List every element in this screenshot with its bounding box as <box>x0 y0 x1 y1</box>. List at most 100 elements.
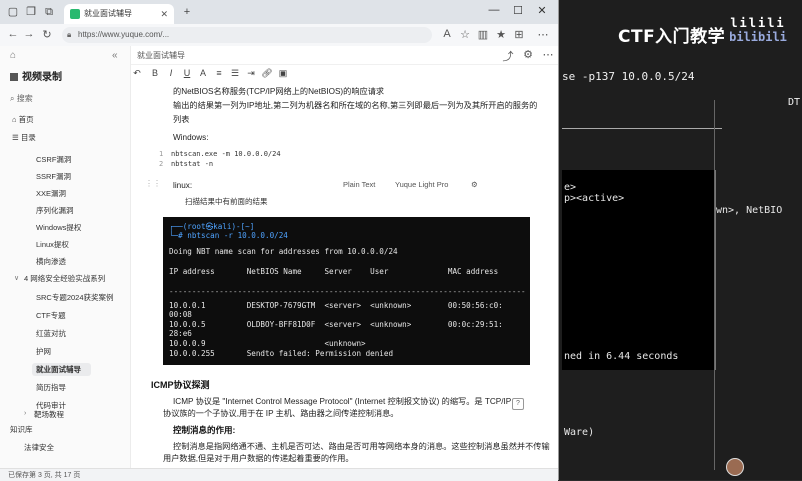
browser-menu-icon[interactable]: ▢ <box>6 5 20 19</box>
bg-divider <box>562 128 722 129</box>
bg-line: Ware) <box>564 427 595 438</box>
status-bar: 已保存第 3 页, 共 17 页 <box>0 468 558 481</box>
breadcrumb[interactable]: 就业面试辅导 <box>137 50 185 61</box>
yuque-icon <box>70 9 80 19</box>
sidebar-item-range[interactable]: 靶场教程 <box>34 409 64 420</box>
sidebar-item-deserialization[interactable]: 序列化漏洞 <box>36 205 74 216</box>
collections-icon[interactable]: ⧉ <box>42 5 56 19</box>
more-icon[interactable]: ⋯ <box>536 28 550 41</box>
terminal-row: 10.0.0.1 DESKTOP-7679GTM <server> <unkno… <box>169 301 503 310</box>
chevron-right-icon[interactable]: › <box>24 410 26 417</box>
drag-handle-icon[interactable]: ⋮⋮ <box>145 179 161 188</box>
tab-active[interactable]: 就业面试辅导 ✕ <box>64 4 174 24</box>
align-icon[interactable]: ≡ <box>213 68 225 78</box>
sidebar-item-xxe[interactable]: XXE漏洞 <box>36 188 66 199</box>
sidebar: ⌂ « 视频录制 ⌕ 搜索 ⌂ 首页 ☰ 目录 CSRF漏洞 SSRF漏洞 XX… <box>0 46 131 480</box>
link-icon[interactable]: 🔗︎ <box>261 68 273 79</box>
bg-line: p><active> <box>564 193 625 204</box>
bg-command: se -p137 10.0.0.5/24 <box>562 70 695 83</box>
intro-line: 列表 <box>173 115 190 124</box>
browser-window: ▢ ❐ ⧉ 就业面试辅导 ✕ + — ☐ ✕ ← → ↻ 🔒︎ https://… <box>0 0 559 481</box>
minimize-button[interactable]: — <box>486 4 502 16</box>
close-button[interactable]: ✕ <box>534 4 550 17</box>
share-icon[interactable]: ⤴ <box>501 48 515 64</box>
terminal-row: 10.0.0.5 OLDBOY-BFF81D0F <server> <unkno… <box>169 320 503 329</box>
forward-icon[interactable]: → <box>22 28 36 40</box>
sidebar-item-home[interactable]: ⌂ 首页 <box>12 114 34 125</box>
paragraph: 用户数据,但是对于用户数据的传递起着重要的作用。 <box>163 454 354 463</box>
settings-icon[interactable]: ⚙ <box>521 48 535 61</box>
more-icon[interactable]: ⋯ <box>541 48 555 61</box>
space-title[interactable]: 视频录制 <box>10 68 62 83</box>
lock-icon: 🔒︎ <box>67 30 72 39</box>
terminal-command: └─# nbtscan -r 10.0.0.0/24 <box>169 231 288 240</box>
new-tab-icon[interactable]: + <box>180 5 194 19</box>
text-color-icon[interactable]: A <box>197 68 209 78</box>
read-aloud-icon[interactable]: A <box>440 28 454 40</box>
maximize-button[interactable]: ☐ <box>510 4 526 17</box>
sidebar-item-resume[interactable]: 简历指导 <box>36 382 66 393</box>
terminal-row: 28:e6 <box>169 329 192 338</box>
sidebar-item-law[interactable]: 法律安全 <box>24 442 54 453</box>
sidebar-item-lateral[interactable]: 横向渗透 <box>36 256 66 267</box>
intro-line: 输出的结果第一列为IP地址,第二列为机器名和所在域的名称,第三列即最后一列为及其… <box>173 101 538 110</box>
bg-line: e> <box>564 182 577 193</box>
terminal-row: 00:08 <box>169 310 192 319</box>
sidebar-item-csrf[interactable]: CSRF漏洞 <box>36 154 71 165</box>
tab-close-icon[interactable]: ✕ <box>160 4 168 24</box>
sidebar-search[interactable]: ⌕ 搜索 <box>10 92 122 106</box>
back-icon[interactable]: ← <box>6 28 20 40</box>
tab-bar: ▢ ❐ ⧉ 就业面试辅导 ✕ + — ☐ ✕ <box>0 0 558 24</box>
icmp-heading: ICMP协议探测 <box>151 380 210 390</box>
sidebar-item-ssrf[interactable]: SSRF漏洞 <box>36 171 71 182</box>
language-select[interactable]: Plain Text <box>343 180 375 189</box>
code-settings-icon[interactable]: ⚙ <box>471 180 478 189</box>
image-icon[interactable]: ▣ <box>277 68 289 79</box>
chevron-down-icon[interactable]: ∨ <box>14 274 19 282</box>
refresh-icon[interactable]: ↻ <box>40 28 54 41</box>
sidebar-item-interview[interactable]: 就业面试辅导 <box>32 363 91 376</box>
underline-icon[interactable]: U <box>181 68 193 78</box>
tabs-icon[interactable]: ❐ <box>24 5 38 19</box>
extensions-icon[interactable]: ⊞ <box>512 28 526 41</box>
bg-line: wn>, NetBIO <box>716 205 783 216</box>
status-text: 已保存第 3 页, 共 17 页 <box>8 472 81 479</box>
collapse-icon[interactable]: « <box>112 50 118 61</box>
bg-title: CTF入门教学 <box>618 27 726 47</box>
document-editor: 就业面试辅导 ⤴ ⚙ ⋯ ↶ B I U A ≡ ☰ ⇥ 🔗︎ ▣ 的NetBI… <box>131 46 558 480</box>
terminal-line: Doing NBT name scan for addresses from 1… <box>169 247 398 256</box>
undo-icon[interactable]: ↶ <box>131 68 143 79</box>
sidebar-item-linux-privesc[interactable]: Linux提权 <box>36 239 69 250</box>
bold-icon[interactable]: B <box>149 68 161 78</box>
sidebar-item-redblue[interactable]: 红蓝对抗 <box>36 328 66 339</box>
favorites-icon[interactable]: ★ <box>494 28 508 41</box>
sidebar-item-toc[interactable]: ☰ 目录 <box>12 132 36 143</box>
terminal-dashes: ----------------------------------------… <box>169 287 526 296</box>
sidebar-item-ctf[interactable]: CTF专题 <box>36 310 66 321</box>
linux-label: linux: <box>173 181 193 190</box>
sidebar-item-series[interactable]: 4 网络安全经验实战系列 <box>24 273 105 284</box>
italic-icon[interactable]: I <box>165 68 177 78</box>
sidebar-item-kb[interactable]: 知识库 <box>10 424 33 435</box>
control-heading: 控制消息的作用: <box>173 425 236 435</box>
split-screen-icon[interactable]: ▥ <box>476 28 490 41</box>
code-line: nbtscan.exe -m 10.0.0.0/24 <box>171 150 281 158</box>
bg-line: ned in 6.44 seconds <box>564 351 679 362</box>
code-line: 扫描结果中有前面的结果 <box>185 197 268 206</box>
indent-icon[interactable]: ⇥ <box>245 68 257 79</box>
star-icon[interactable]: ☆ <box>458 28 472 41</box>
theme-select[interactable]: Yuque Light Pro <box>395 180 448 189</box>
terminal-row: 10.0.0.9 <unknown> <box>169 339 366 348</box>
paragraph: 控制消息是指网络通不通、主机是否可达、路由是否可用等网络本身的消息。这些控制消息… <box>173 442 550 451</box>
sidebar-item-windows-privesc[interactable]: Windows提权 <box>36 222 81 233</box>
address-bar-row: ← → ↻ 🔒︎ https://www.yuque.com/... A ☆ ▥… <box>0 24 558 47</box>
list-icon[interactable]: ☰ <box>229 68 241 79</box>
sidebar-item-src[interactable]: SRC专题2024获奖案例 <box>36 292 114 303</box>
help-icon[interactable]: ? <box>512 398 524 410</box>
terminal-screenshot: ┌──(root㉿kali)-[~] └─# nbtscan -r 10.0.0… <box>163 217 530 365</box>
terminal-row: 10.0.0.255 Sendto failed: Permission den… <box>169 349 394 358</box>
home-icon[interactable]: ⌂ <box>10 50 16 61</box>
url-input[interactable]: 🔒︎ https://www.yuque.com/... <box>62 27 432 43</box>
editor-header: 就业面试辅导 ⤴ ⚙ ⋯ <box>131 46 558 65</box>
sidebar-item-hw[interactable]: 护网 <box>36 346 51 357</box>
